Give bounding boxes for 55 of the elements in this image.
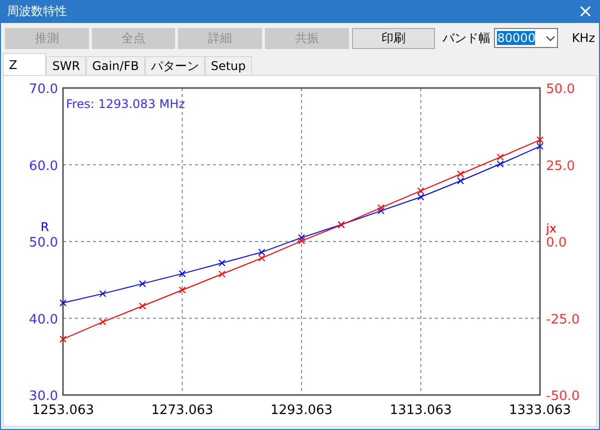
tab[interactable]: Setup bbox=[204, 56, 252, 75]
point bbox=[496, 154, 504, 161]
point bbox=[536, 136, 544, 144]
point bbox=[60, 336, 66, 343]
y-tick-label: 70.0 bbox=[29, 82, 58, 97]
x-tick-label: 1273.063 bbox=[151, 403, 214, 418]
point bbox=[218, 270, 226, 278]
point bbox=[378, 207, 384, 214]
tab[interactable]: Z bbox=[3, 53, 46, 75]
band-value: 80000 bbox=[497, 31, 536, 46]
point bbox=[298, 234, 305, 242]
y2-tick-label: 50.0 bbox=[546, 82, 575, 97]
x-tick-label: 1293.063 bbox=[270, 403, 333, 418]
y-tick-label: 50.0 bbox=[29, 236, 58, 250]
resonance-annotation: Fres: 1293.083 MHz bbox=[66, 97, 185, 111]
y-tick-label: 60.0 bbox=[29, 158, 58, 174]
point bbox=[139, 302, 146, 310]
y-tick-label: 30.0 bbox=[29, 389, 58, 404]
band-unit: KHz bbox=[572, 31, 596, 46]
band-select[interactable]: 80000 bbox=[494, 28, 558, 48]
chevron-icon bbox=[546, 36, 555, 41]
y2-tick-label: -25.0 bbox=[546, 312, 580, 328]
point bbox=[417, 193, 424, 200]
tab[interactable]: パターン bbox=[144, 56, 205, 75]
point bbox=[139, 280, 146, 288]
point bbox=[60, 299, 66, 306]
y-axis-label: R bbox=[40, 220, 49, 234]
point bbox=[536, 142, 544, 150]
point bbox=[457, 177, 464, 184]
point bbox=[298, 237, 305, 244]
y-tick-label: 40.0 bbox=[29, 312, 58, 328]
point bbox=[496, 160, 504, 168]
band-label: バンド幅 bbox=[442, 30, 490, 47]
tab[interactable]: Gain/FB bbox=[86, 56, 145, 75]
window-title: 周波数特性 bbox=[7, 3, 67, 20]
point bbox=[218, 259, 226, 266]
y2-axis-label: jx bbox=[546, 222, 556, 236]
tab[interactable]: SWR bbox=[46, 56, 86, 75]
point bbox=[99, 318, 106, 326]
close-button[interactable]: × bbox=[578, 2, 593, 21]
y2-tick-label: -50.0 bbox=[546, 389, 580, 404]
y2-tick-label: 0.0 bbox=[546, 236, 567, 250]
x-tick-label: 1333.063 bbox=[508, 403, 572, 418]
point bbox=[258, 248, 266, 256]
point bbox=[178, 270, 186, 278]
toolbar-button[interactable]: 印刷 bbox=[352, 28, 436, 49]
x-tick-label: 1313.063 bbox=[390, 403, 452, 418]
point bbox=[99, 290, 106, 298]
point bbox=[178, 286, 186, 294]
point bbox=[457, 170, 464, 178]
point bbox=[417, 187, 424, 194]
point bbox=[378, 204, 384, 212]
y2-tick-label: 25.0 bbox=[546, 158, 575, 174]
point bbox=[258, 254, 266, 262]
x-tick-label: 1253.063 bbox=[32, 403, 94, 418]
